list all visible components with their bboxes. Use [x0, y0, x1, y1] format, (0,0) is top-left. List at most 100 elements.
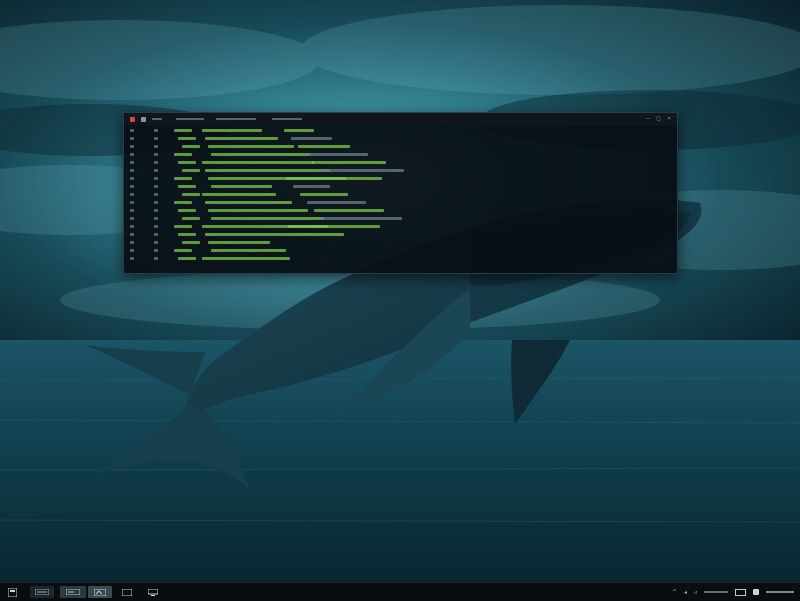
terminal-icon [130, 116, 135, 122]
terminal-line-segment [208, 209, 308, 212]
window-icon[interactable] [118, 586, 136, 598]
terminal-line-segment [319, 169, 404, 172]
terminal-line-segment [211, 153, 310, 156]
tray-placeholder-2 [766, 591, 794, 593]
terminal-line-segment [130, 225, 134, 228]
terminal-output[interactable] [124, 125, 677, 273]
terminal-line-segment [178, 257, 196, 260]
terminal-line-segment [178, 233, 196, 236]
terminal-line-segment [154, 193, 158, 196]
title-placeholder-2 [176, 118, 204, 120]
terminal-window[interactable]: – □ × [123, 112, 678, 274]
app-icon[interactable] [88, 586, 112, 598]
title-placeholder-4 [272, 118, 302, 120]
terminal-line-segment [154, 209, 158, 212]
terminal-line-segment [305, 153, 368, 156]
terminal-line-segment [298, 145, 350, 148]
desktop-wallpaper [0, 0, 800, 582]
terminal-line-segment [174, 129, 192, 132]
terminal-line-segment [182, 193, 200, 196]
terminal-line-segment [130, 233, 134, 236]
terminal-line-segment [130, 177, 134, 180]
terminal-line-segment [130, 217, 134, 220]
terminal-line-segment [154, 241, 158, 244]
terminal-line-segment [130, 153, 134, 156]
terminal-line-segment [291, 137, 332, 140]
terminal-line-segment [178, 209, 196, 212]
title-placeholder-1 [152, 118, 162, 120]
terminal-line-segment [208, 145, 294, 148]
terminal-line-segment [130, 161, 134, 164]
network-icon[interactable]: ◂ [684, 589, 687, 596]
title-placeholder-3 [216, 118, 256, 120]
terminal-line-segment [130, 137, 134, 140]
terminal-line-segment [321, 217, 402, 220]
terminal-line-segment [154, 185, 158, 188]
system-tray: ^ ◂ ◃ [672, 586, 794, 598]
terminal-line-segment [288, 225, 380, 228]
terminal-line-segment [154, 177, 158, 180]
terminal-line-segment [293, 185, 330, 188]
tab-icon[interactable] [141, 116, 146, 122]
minimize-icon[interactable]: – [646, 116, 650, 122]
terminal-line-segment [174, 177, 192, 180]
terminal-line-segment [174, 201, 192, 204]
terminal-line-segment [154, 161, 158, 164]
terminal-line-segment [312, 161, 386, 164]
terminal-line-segment [130, 193, 134, 196]
terminal-line-segment [178, 185, 196, 188]
terminal-line-segment [174, 225, 192, 228]
terminal-line-segment [284, 129, 314, 132]
terminal-line-segment [205, 233, 344, 236]
terminal-line-segment [300, 193, 348, 196]
terminal-line-segment [205, 201, 292, 204]
terminal-line-segment [130, 209, 134, 212]
terminal-line-segment [174, 249, 192, 252]
start-icon[interactable] [6, 586, 18, 598]
terminal-line-segment [314, 209, 384, 212]
volume-icon[interactable]: ◃ [694, 589, 697, 596]
terminal-line-segment [286, 177, 382, 180]
terminal-line-segment [154, 217, 158, 220]
terminal-line-segment [202, 257, 290, 260]
terminal-line-segment [154, 137, 158, 140]
terminal-line-segment [205, 169, 330, 172]
terminal-line-segment [130, 185, 134, 188]
terminal-line-segment [130, 129, 134, 132]
terminal-line-segment [154, 201, 158, 204]
terminal-line-segment [154, 169, 158, 172]
file-explorer-icon[interactable] [30, 586, 54, 598]
terminal-line-segment [130, 257, 134, 260]
terminal-line-segment [154, 257, 158, 260]
notification-icon[interactable] [753, 589, 759, 595]
terminal-line-segment [130, 201, 134, 204]
monitor-icon[interactable] [144, 586, 162, 598]
terminal-line-segment [130, 145, 134, 148]
terminal-line-segment [182, 169, 200, 172]
terminal-line-segment [182, 145, 200, 148]
terminal-line-segment [130, 249, 134, 252]
terminal-line-segment [211, 185, 272, 188]
terminal-line-segment [178, 161, 196, 164]
terminal-line-segment [211, 249, 286, 252]
terminal-line-segment [154, 225, 158, 228]
terminal-line-segment [130, 169, 134, 172]
maximize-icon[interactable]: □ [657, 116, 661, 122]
tray-placeholder-1 [704, 591, 728, 593]
terminal-line-segment [182, 217, 200, 220]
terminal-line-segment [202, 161, 314, 164]
terminal-line-segment [130, 241, 134, 244]
terminal-line-segment [211, 217, 324, 220]
terminal-line-segment [205, 137, 278, 140]
battery-icon[interactable] [735, 588, 746, 596]
terminal-titlebar[interactable]: – □ × [124, 113, 677, 125]
terminal-app-icon[interactable] [60, 586, 86, 598]
terminal-line-segment [174, 153, 192, 156]
chevron-up-icon[interactable]: ^ [672, 589, 677, 596]
terminal-line-segment [182, 241, 200, 244]
close-icon[interactable]: × [667, 116, 671, 122]
terminal-line-segment [202, 129, 262, 132]
terminal-line-segment [154, 129, 158, 132]
terminal-line-segment [208, 241, 270, 244]
taskbar: ^ ◂ ◃ [0, 582, 800, 601]
